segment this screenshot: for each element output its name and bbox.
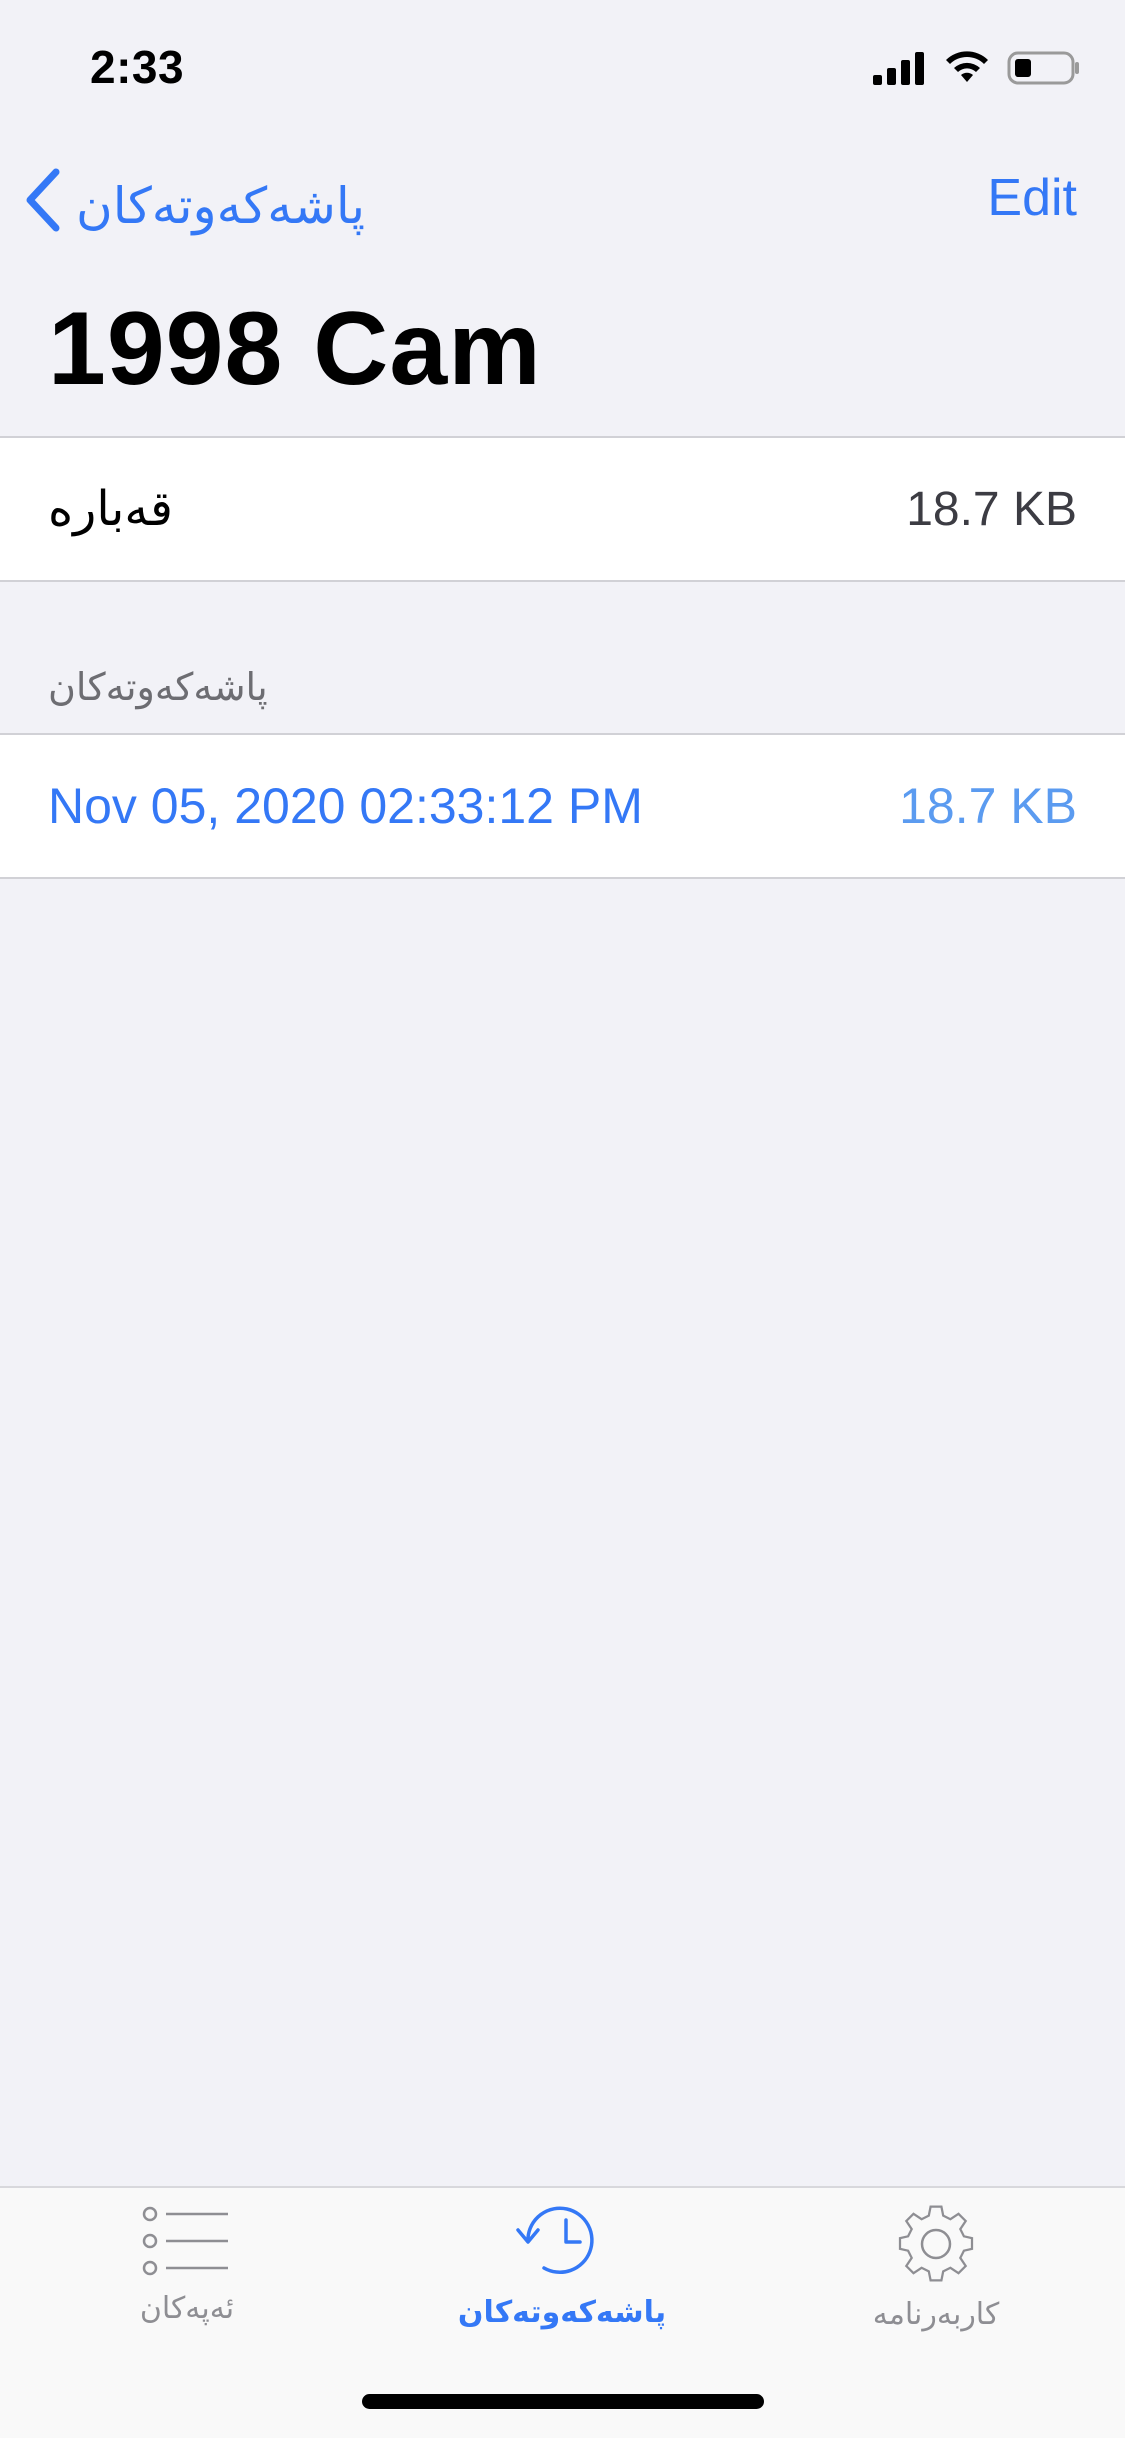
navigation-bar: پاشەکەوتەکان Edit — [0, 150, 1125, 250]
gear-icon — [894, 2204, 978, 2289]
history-size: 18.7 KB — [899, 778, 1077, 834]
edit-button[interactable]: Edit — [987, 168, 1077, 228]
history-section-header: پاشەکەوتەکان — [48, 667, 268, 709]
tab-history-label: پاشەکەوتەکان — [457, 2296, 667, 2329]
size-row: قەبارە 18.7 KB — [0, 438, 1125, 580]
history-row[interactable]: Nov 05, 2020 02:33:12 PM 18.7 KB — [0, 735, 1125, 877]
battery-icon — [1007, 50, 1081, 91]
cellular-signal-icon — [873, 51, 927, 90]
wifi-icon — [943, 50, 991, 91]
size-label: قەبارە — [48, 483, 173, 536]
history-group: Nov 05, 2020 02:33:12 PM 18.7 KB — [0, 733, 1125, 879]
tab-settings-label: کاربەرنامە — [872, 2298, 1000, 2331]
status-time: 2:33 — [90, 41, 185, 93]
size-value: 18.7 KB — [906, 482, 1077, 536]
tab-apps[interactable]: ئەپەکان — [57, 2204, 317, 2326]
tab-history[interactable]: پاشەکەوتەکان — [432, 2204, 692, 2330]
status-bar: 2:33 — [0, 0, 1125, 130]
chevron-left-icon — [22, 168, 62, 244]
size-info-group: قەبارە 18.7 KB — [0, 436, 1125, 582]
history-date: Nov 05, 2020 02:33:12 PM — [48, 778, 643, 834]
status-icons — [873, 50, 1081, 90]
tab-apps-label: ئەپەکان — [139, 2292, 235, 2325]
back-button[interactable]: پاشەکەوتەکان — [22, 168, 365, 244]
back-button-label: پاشەکەوتەکان — [76, 178, 366, 234]
page-title: 1998 Cam — [48, 291, 542, 407]
history-icon — [514, 2204, 610, 2287]
home-indicator — [362, 2394, 764, 2409]
list-icon — [142, 2204, 232, 2283]
tab-settings[interactable]: کاربەرنامە — [806, 2204, 1066, 2332]
